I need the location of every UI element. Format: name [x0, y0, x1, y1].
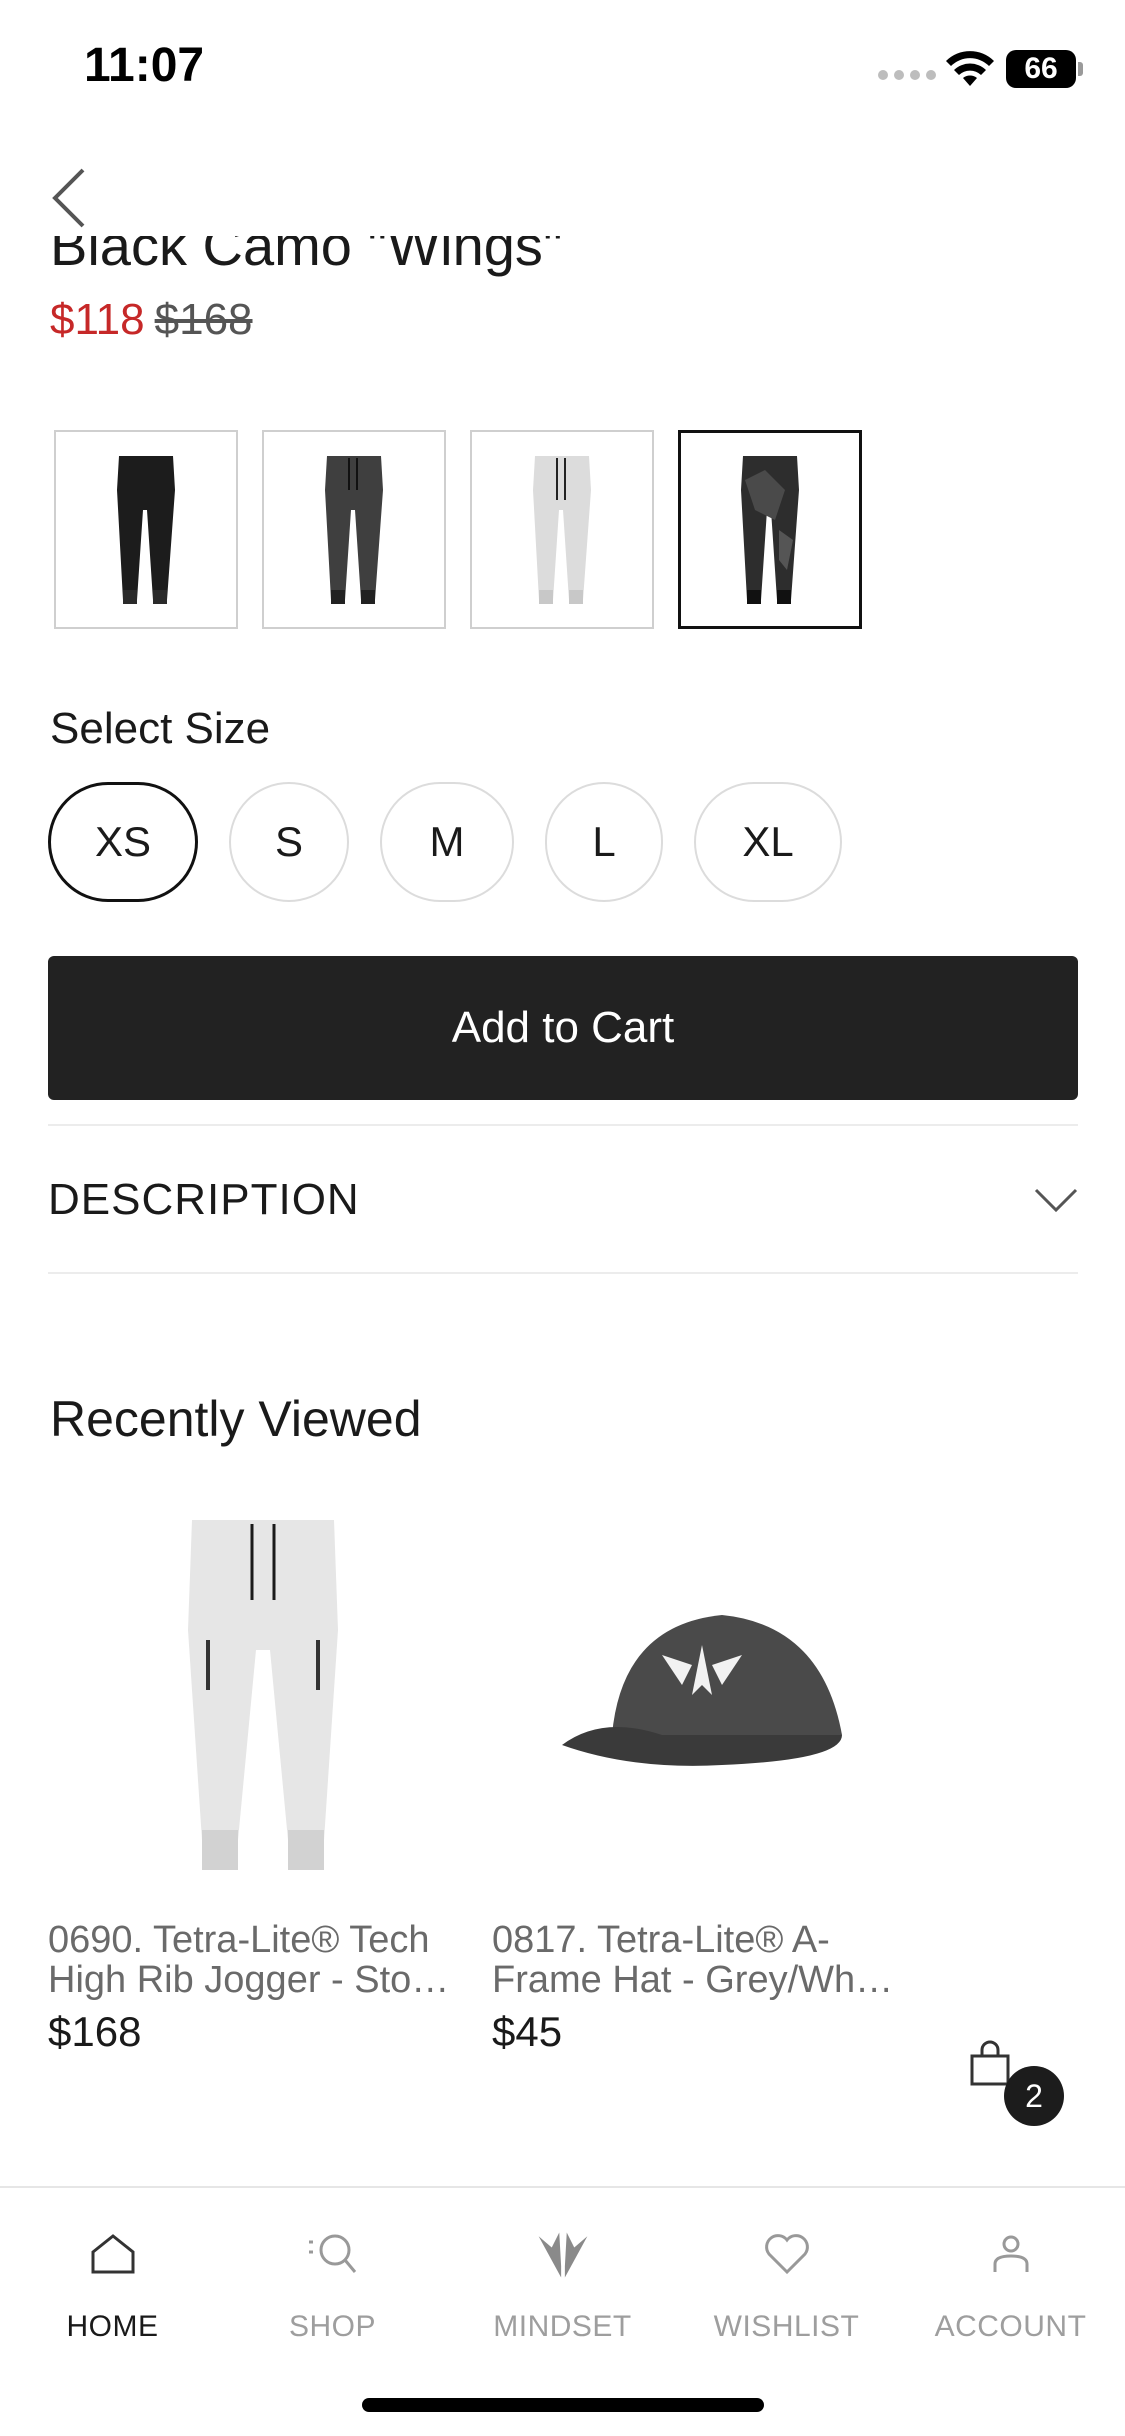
recently-viewed-item[interactable]: 0817. Tetra-Lite® A- Frame Hat - Grey/Wh… [492, 1500, 912, 2056]
tab-shop[interactable]: SHOP [220, 2224, 445, 2344]
size-option-l[interactable]: L [545, 782, 663, 902]
swatch-charcoal[interactable] [262, 430, 446, 629]
sale-price: $118 [50, 295, 145, 344]
wings-logo-icon [533, 2224, 593, 2284]
description-label: DESCRIPTION [48, 1175, 360, 1224]
color-swatches [54, 430, 862, 629]
jogger-thumbnail [533, 455, 591, 604]
product-name-line1: 0690. Tetra-Lite® Tech [48, 1920, 430, 1960]
product-image [48, 1500, 478, 1890]
add-to-cart-button[interactable]: Add to Cart [48, 956, 1078, 1100]
product-price: $45 [492, 2008, 563, 2055]
floating-cart-button[interactable]: 2 [968, 2040, 1078, 2140]
home-icon [83, 2224, 143, 2284]
size-option-m[interactable]: M [380, 782, 514, 902]
swatch-black-camo[interactable] [678, 430, 862, 629]
status-time: 11:07 [84, 39, 205, 92]
description-accordion[interactable]: DESCRIPTION [48, 1126, 1078, 1274]
jogger-thumbnail [325, 455, 383, 604]
size-option-xl[interactable]: XL [694, 782, 842, 902]
battery-cap [1078, 62, 1083, 76]
battery-icon: 66 [1006, 50, 1076, 88]
product-name-line2: High Rib Jogger - Sto… [48, 1960, 450, 2000]
cart-count-badge: 2 [1004, 2066, 1064, 2126]
tab-account[interactable]: ACCOUNT [898, 2224, 1123, 2344]
tab-mindset[interactable]: MINDSET [450, 2224, 675, 2344]
home-indicator [362, 2398, 764, 2412]
product-image [492, 1500, 912, 1890]
size-option-s[interactable]: S [229, 782, 349, 902]
original-price: $168 [154, 295, 253, 344]
tab-wishlist[interactable]: WISHLIST [674, 2224, 899, 2344]
chevron-left-icon [52, 168, 85, 228]
tab-label: HOME [66, 2310, 159, 2343]
swatch-stone[interactable] [470, 430, 654, 629]
wifi-icon [946, 51, 994, 86]
product-title: Black Camo "Wings" [50, 236, 563, 277]
search-icon [303, 2224, 363, 2284]
cellular-signal-icon [878, 70, 936, 80]
product-name-line1: 0817. Tetra-Lite® A- [492, 1920, 830, 1960]
recently-viewed-heading: Recently Viewed [50, 1391, 422, 1447]
size-option-xs[interactable]: XS [48, 782, 198, 902]
chevron-down-icon [1034, 1188, 1078, 1213]
status-bar: 11:07 66 [0, 0, 1125, 140]
select-size-label: Select Size [50, 704, 271, 753]
tab-label: MINDSET [493, 2310, 632, 2343]
tab-label: ACCOUNT [934, 2310, 1087, 2343]
jogger-product-image [188, 1520, 338, 1870]
back-button[interactable] [44, 160, 94, 236]
jogger-thumbnail [741, 455, 799, 604]
product-price: $168 [48, 2008, 142, 2055]
person-icon [981, 2224, 1041, 2284]
cap-product-image [562, 1615, 842, 1766]
price-row: $118 $168 [50, 290, 253, 350]
tab-home[interactable]: HOME [0, 2224, 225, 2344]
product-name-line2: Frame Hat - Grey/Wh… [492, 1960, 894, 2000]
tab-label: WISHLIST [713, 2310, 860, 2343]
size-options: XS S M L XL [48, 782, 842, 902]
shopping-bag-icon [970, 2040, 1010, 2086]
heart-icon [757, 2224, 817, 2284]
recently-viewed-item[interactable]: 0690. Tetra-Lite® Tech High Rib Jogger -… [48, 1500, 478, 2056]
swatch-black[interactable] [54, 430, 238, 629]
divider [48, 1272, 1078, 1274]
tab-label: SHOP [288, 2310, 377, 2343]
jogger-thumbnail [117, 455, 175, 604]
